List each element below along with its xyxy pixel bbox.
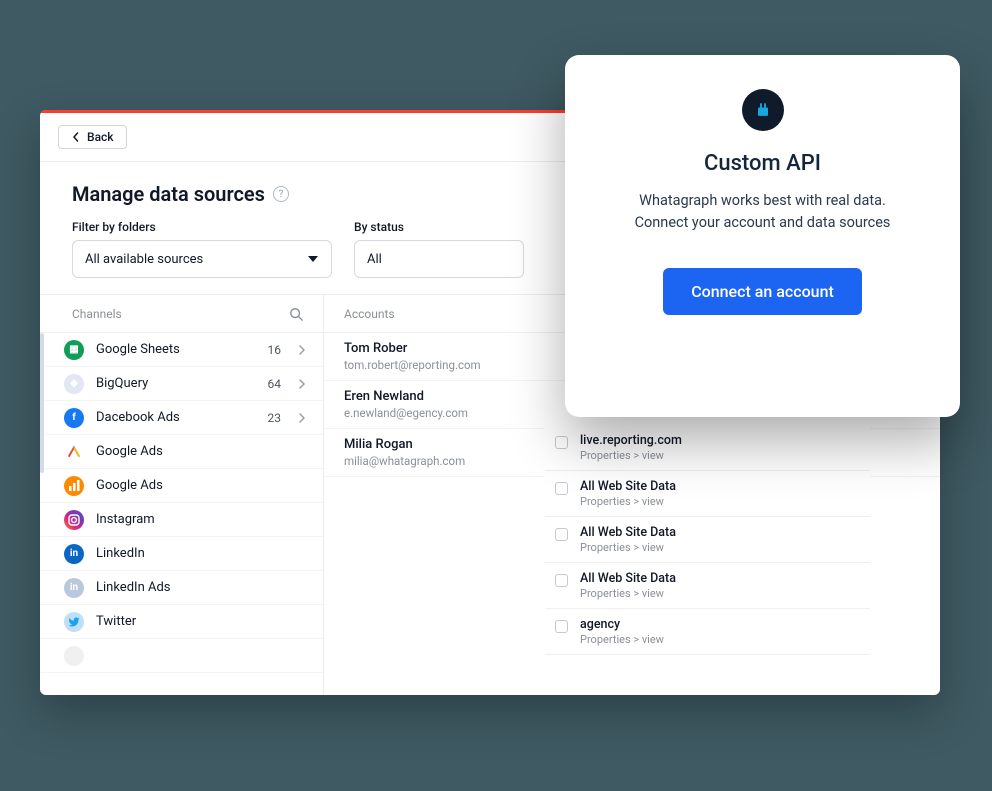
source-title: All Web Site Data [580, 571, 676, 586]
channel-item[interactable] [40, 639, 323, 673]
status-filter-select[interactable]: All [354, 240, 524, 278]
accounts-header-label: Accounts [344, 307, 395, 321]
source-checkbox[interactable] [555, 482, 568, 495]
channel-name: LinkedIn [96, 546, 307, 561]
blank-icon [64, 646, 84, 666]
ga2-icon [64, 476, 84, 496]
source-title: live.reporting.com [580, 433, 682, 448]
channels-column: Channels ▦ Google Sheets 16 ◆ BigQuery 64 f Dac… [40, 295, 324, 695]
channel-count: 16 [268, 343, 282, 357]
source-row[interactable]: live.reporting.comProperties > view [545, 425, 870, 471]
channel-item[interactable]: ◆ BigQuery 64 [40, 367, 323, 401]
sheets-icon: ▦ [64, 340, 84, 360]
channels-list: ▦ Google Sheets 16 ◆ BigQuery 64 f Dacebook Ads… [40, 333, 323, 673]
source-checkbox[interactable] [555, 574, 568, 587]
modal-text-line2: Connect your account and data sources [635, 214, 891, 231]
channel-name: Google Ads [96, 478, 307, 493]
help-icon[interactable]: ? [273, 186, 289, 202]
channels-header: Channels [40, 295, 323, 333]
channel-item[interactable]: ▦ Google Sheets 16 [40, 333, 323, 367]
folders-filter-select[interactable]: All available sources [72, 240, 332, 278]
chevron-right-icon [297, 379, 307, 389]
back-label: Back [87, 130, 114, 144]
channel-item[interactable]: f Dacebook Ads 23 [40, 401, 323, 435]
tw-icon [64, 612, 84, 632]
li2-icon: in [64, 578, 84, 598]
source-title: All Web Site Data [580, 479, 676, 494]
fb-icon: f [64, 408, 84, 428]
source-checkbox[interactable] [555, 436, 568, 449]
connect-account-button[interactable]: Connect an account [663, 268, 862, 315]
status-filter-label: By status [354, 220, 524, 234]
channel-item[interactable]: Google Ads [40, 469, 323, 503]
li-icon: in [64, 544, 84, 564]
channel-item[interactable]: in LinkedIn Ads [40, 571, 323, 605]
channels-header-label: Channels [72, 307, 122, 321]
source-checkbox[interactable] [555, 620, 568, 633]
ga-icon [64, 442, 84, 462]
caret-down-icon [307, 253, 319, 265]
source-subtitle: Properties > view [580, 449, 682, 462]
modal-text-line1: Whatagraph works best with real data. [639, 192, 886, 209]
channel-name: Dacebook Ads [96, 410, 256, 425]
channel-name: Google Ads [96, 444, 307, 459]
source-row[interactable]: All Web Site DataProperties > view [545, 563, 870, 609]
channel-name: Twitter [96, 614, 307, 629]
custom-api-icon [742, 89, 784, 131]
source-row[interactable]: All Web Site DataProperties > view [545, 471, 870, 517]
source-row[interactable]: agencyProperties > view [545, 609, 870, 655]
source-subtitle: Properties > view [580, 495, 676, 508]
channel-count: 23 [268, 411, 282, 425]
source-subtitle: Properties > view [580, 633, 664, 646]
source-subtitle: Properties > view [580, 587, 676, 600]
source-row[interactable]: All Web Site DataProperties > view [545, 517, 870, 563]
connect-account-modal: Custom API Whatagraph works best with re… [565, 55, 960, 417]
channel-name: Google Sheets [96, 342, 256, 357]
channel-item[interactable]: in LinkedIn [40, 537, 323, 571]
scrollbar[interactable] [40, 333, 44, 473]
status-filter-value: All [367, 252, 382, 267]
ig-icon [64, 510, 84, 530]
search-icon[interactable] [289, 307, 303, 321]
modal-text: Whatagraph works best with real data. Co… [635, 190, 891, 234]
chevron-right-icon [297, 413, 307, 423]
modal-title: Custom API [704, 151, 821, 176]
source-subtitle: Properties > view [580, 541, 676, 554]
source-title: All Web Site Data [580, 525, 676, 540]
sources-list: live.reporting.comProperties > viewAll W… [545, 425, 870, 655]
page-title: Manage data sources [72, 182, 265, 206]
source-checkbox[interactable] [555, 528, 568, 541]
channel-count: 64 [268, 377, 282, 391]
channel-name: Instagram [96, 512, 307, 527]
bq-icon: ◆ [64, 374, 84, 394]
channel-item[interactable]: Twitter [40, 605, 323, 639]
channel-item[interactable]: Google Ads [40, 435, 323, 469]
back-button[interactable]: Back [58, 125, 127, 149]
chevron-right-icon [297, 345, 307, 355]
source-title: agency [580, 617, 664, 632]
chevron-left-icon [71, 132, 81, 142]
folders-filter-value: All available sources [85, 252, 203, 267]
folders-filter-label: Filter by folders [72, 220, 332, 234]
channel-name: LinkedIn Ads [96, 580, 307, 595]
channel-item[interactable]: Instagram [40, 503, 323, 537]
channel-name: BigQuery [96, 376, 256, 391]
